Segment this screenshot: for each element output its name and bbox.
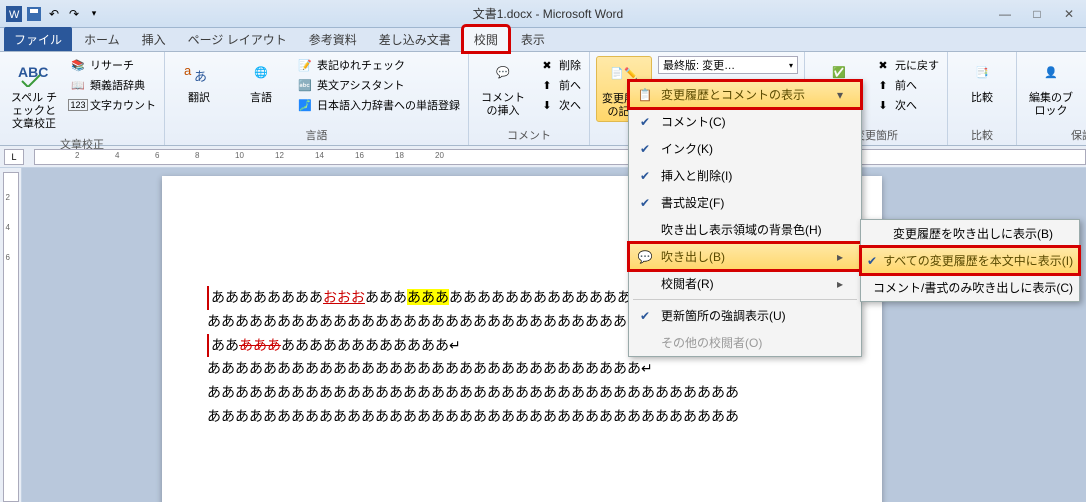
balloons-submenu: 変更履歴を吹き出しに表示(B) ✔すべての変更履歴を本文中に表示(I) コメント… [860, 219, 1080, 302]
menu-highlight-updates[interactable]: ✔更新箇所の強調表示(U) [629, 302, 861, 329]
prev-comment-button[interactable]: ⬆前へ [537, 76, 583, 94]
chevron-right-icon: ▸ [837, 277, 843, 291]
thesaurus-icon: 📖 [70, 77, 86, 93]
minimize-button[interactable]: — [994, 6, 1016, 22]
research-button[interactable]: 📚リサーチ [68, 56, 158, 74]
next-comment-button[interactable]: ⬇次へ [537, 96, 583, 114]
block-authors-button[interactable]: 👤編集のブロック [1023, 56, 1079, 120]
check-icon: ✔ [635, 142, 655, 156]
menu-reviewers[interactable]: 校閲者(R)▸ [629, 270, 861, 297]
doc-line: ああああああああああああああああああああああああああああああああああああああ [207, 381, 822, 405]
english-icon: 🔤 [297, 77, 313, 93]
prev-change-icon: ⬆ [875, 77, 891, 93]
tab-view[interactable]: 表示 [511, 27, 555, 51]
balloon-icon: 💬 [635, 250, 655, 264]
window-title: 文書1.docx - Microsoft Word [102, 5, 994, 22]
doc-line: ああああああああああああああああああああああああああああああああああああああ [207, 405, 822, 429]
next-change-button[interactable]: ⬇次へ [873, 96, 941, 114]
svg-text:あ: あ [194, 69, 207, 84]
translate-button[interactable]: aあ翻訳 [171, 56, 227, 107]
group-label-protect: 保護 [1023, 125, 1086, 145]
markup-list-icon: 📋 [635, 88, 655, 102]
check-icon: ✔ [635, 309, 655, 323]
next-icon: ⬇ [539, 97, 555, 113]
check-icon: ✔ [867, 254, 877, 268]
close-button[interactable]: ✕ [1058, 6, 1080, 22]
h-ruler[interactable]: 2468101214161820 [34, 149, 1086, 165]
ruler-corner[interactable]: L [4, 149, 24, 165]
wordcount-button[interactable]: 123文字カウント [68, 96, 158, 114]
tab-file[interactable]: ファイル [4, 27, 72, 51]
tab-mailings[interactable]: 差し込み文書 [369, 27, 461, 51]
ruler-v: 246 [0, 168, 22, 502]
check-icon: ✔ [635, 196, 655, 210]
book-icon: 📚 [70, 57, 86, 73]
compare-icon: 📑 [966, 58, 998, 90]
comment-icon: 💬 [487, 58, 519, 90]
qat-dropdown-icon[interactable]: ▾ [86, 6, 102, 22]
new-comment-button[interactable]: 💬コメントの挿入 [475, 56, 531, 120]
next-change-icon: ⬇ [875, 97, 891, 113]
tab-layout[interactable]: ページ レイアウト [178, 27, 297, 51]
spellcheck-icon: ABC [18, 58, 50, 90]
show-markup-menu: 📋変更履歴とコメントの表示▾ ✔コメント(C) ✔インク(K) ✔挿入と削除(I… [628, 80, 862, 357]
check-icon: ✔ [635, 115, 655, 129]
tab-insert[interactable]: 挿入 [132, 27, 176, 51]
chevron-right-icon: ▸ [837, 250, 843, 264]
prev-icon: ⬆ [539, 77, 555, 93]
translate-icon: aあ [183, 58, 215, 90]
tab-references[interactable]: 参考資料 [299, 27, 367, 51]
check-icon: ✔ [635, 169, 655, 183]
title-bar: W ↶ ↷ ▾ 文書1.docx - Microsoft Word — □ ✕ [0, 0, 1086, 28]
delete-comment-button[interactable]: ✖削除 [537, 56, 583, 74]
save-icon[interactable] [26, 6, 42, 22]
expression-icon: 📝 [297, 57, 313, 73]
thesaurus-button[interactable]: 📖類義語辞典 [68, 76, 158, 94]
ime-icon: 🗾 [297, 97, 313, 113]
maximize-button[interactable]: □ [1026, 6, 1048, 22]
menu-insertions-deletions[interactable]: ✔挿入と削除(I) [629, 162, 861, 189]
tab-review[interactable]: 校閲 [463, 26, 509, 52]
group-label-comment: コメント [475, 125, 583, 145]
wordcount-icon: 123 [70, 97, 86, 113]
redo-icon[interactable]: ↷ [66, 6, 82, 22]
svg-text:a: a [184, 63, 192, 78]
display-for-review-combo[interactable]: 最終版: 変更…▾ [658, 56, 798, 74]
menu-ink[interactable]: ✔インク(K) [629, 135, 861, 162]
undo-icon[interactable]: ↶ [46, 6, 62, 22]
tab-home[interactable]: ホーム [74, 27, 130, 51]
compare-button[interactable]: 📑比較 [954, 56, 1010, 107]
submenu-show-in-balloons[interactable]: 変更履歴を吹き出しに表示(B) [861, 220, 1079, 247]
menu-comments[interactable]: ✔コメント(C) [629, 108, 861, 135]
menu-formatting[interactable]: ✔書式設定(F) [629, 189, 861, 216]
ribbon-tabs: ファイル ホーム 挿入 ページ レイアウト 参考資料 差し込み文書 校閲 表示 [0, 28, 1086, 52]
reject-button[interactable]: ✖元に戻す [873, 56, 941, 74]
globe-icon: 🌐 [245, 58, 277, 90]
expression-check-button[interactable]: 📝表記ゆれチェック [295, 56, 462, 74]
english-assistant-button[interactable]: 🔤英文アシスタント [295, 76, 462, 94]
submenu-comments-format-only[interactable]: コメント/書式のみ吹き出しに表示(C) [861, 274, 1079, 301]
word-icon: W [6, 6, 22, 22]
ribbon: ABCスペル チェックと文章校正 📚リサーチ 📖類義語辞典 123文字カウント … [0, 52, 1086, 146]
ruler-h: L 2468101214161820 [0, 146, 1086, 168]
ime-register-button[interactable]: 🗾日本語入力辞書への単語登録 [295, 96, 462, 114]
language-button[interactable]: 🌐言語 [233, 56, 289, 107]
block-icon: 👤 [1035, 58, 1067, 90]
doc-line: あああああああああああああああああああああああああああああああ↵ [207, 357, 822, 381]
submenu-show-inline[interactable]: ✔すべての変更履歴を本文中に表示(I) [861, 247, 1079, 274]
group-label-compare: 比較 [954, 125, 1010, 145]
delete-icon: ✖ [539, 57, 555, 73]
prev-change-button[interactable]: ⬆前へ [873, 76, 941, 94]
menu-balloons[interactable]: 💬吹き出し(B)▸ [629, 243, 861, 270]
v-ruler[interactable]: 246 [3, 172, 19, 502]
svg-text:ABC: ABC [18, 64, 48, 80]
svg-text:W: W [9, 9, 20, 21]
menu-balloon-bg[interactable]: 吹き出し表示領域の背景色(H) [629, 216, 861, 243]
group-label-language: 言語 [171, 125, 462, 145]
menu-header[interactable]: 📋変更履歴とコメントの表示▾ [629, 81, 861, 108]
menu-other-reviewers: その他の校閲者(O) [629, 329, 861, 356]
reject-icon: ✖ [875, 57, 891, 73]
spellcheck-button[interactable]: ABCスペル チェックと文章校正 [6, 56, 62, 134]
